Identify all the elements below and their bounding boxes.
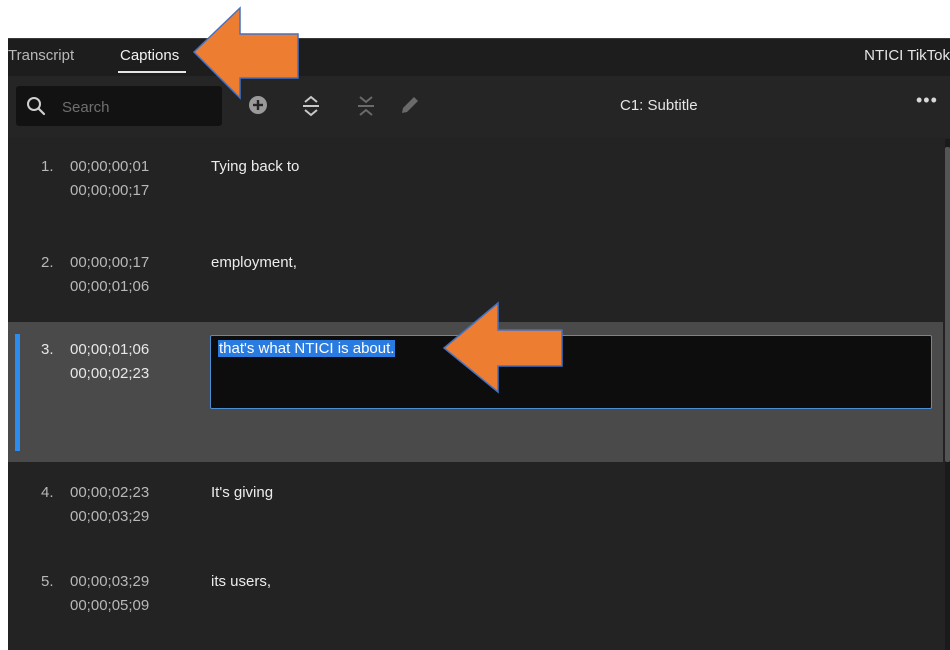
- caption-text[interactable]: its users,: [211, 573, 271, 590]
- caption-text[interactable]: Tying back to: [211, 158, 299, 175]
- caption-text-editor[interactable]: that's what NTICI is about.: [210, 335, 932, 409]
- annotation-arrow-caption-text: [442, 301, 563, 394]
- selected-caption-text[interactable]: that's what NTICI is about.: [218, 340, 396, 357]
- active-tab-indicator: [118, 71, 186, 73]
- vertical-scrollbar[interactable]: [945, 139, 950, 650]
- scrollbar-thumb[interactable]: [945, 147, 950, 462]
- caption-in-time[interactable]: 00;00;00;01: [70, 158, 149, 175]
- search-icon: [27, 97, 46, 116]
- caption-in-time[interactable]: 00;00;03;29: [70, 573, 149, 590]
- caption-text[interactable]: It's giving: [211, 484, 273, 501]
- caption-index: 4.: [41, 484, 54, 501]
- caption-text[interactable]: employment,: [211, 254, 297, 271]
- caption-out-time[interactable]: 00;00;01;06: [70, 278, 149, 295]
- caption-index: 2.: [41, 254, 54, 271]
- caption-in-time[interactable]: 00;00;00;17: [70, 254, 149, 271]
- collapse-icon[interactable]: [356, 95, 376, 117]
- pencil-icon[interactable]: [400, 95, 420, 115]
- caption-out-time[interactable]: 00;00;02;23: [70, 365, 149, 382]
- caption-index: 5.: [41, 573, 54, 590]
- caption-in-time[interactable]: 00;00;01;06: [70, 341, 149, 358]
- tab-bar: Transcript Captions NTICI TikTok: [8, 38, 950, 76]
- captions-toolbar: C1: Subtitle •••: [8, 76, 950, 138]
- expand-icon[interactable]: [301, 95, 321, 117]
- annotation-arrow-captions-tab: [192, 6, 299, 100]
- more-options-icon[interactable]: •••: [916, 90, 938, 111]
- caption-in-time[interactable]: 00;00;02;23: [70, 484, 149, 501]
- tab-captions[interactable]: Captions: [120, 47, 179, 64]
- project-title: NTICI TikTok: [864, 47, 950, 64]
- caption-track-label[interactable]: C1: Subtitle: [620, 97, 698, 114]
- caption-index: 1.: [41, 158, 54, 175]
- caption-out-time[interactable]: 00;00;00;17: [70, 182, 149, 199]
- tab-transcript[interactable]: Transcript: [8, 47, 74, 64]
- caption-out-time[interactable]: 00;00;03;29: [70, 508, 149, 525]
- selected-caption-indicator: [15, 334, 20, 451]
- caption-out-time[interactable]: 00;00;05;09: [70, 597, 149, 614]
- caption-index: 3.: [41, 341, 54, 358]
